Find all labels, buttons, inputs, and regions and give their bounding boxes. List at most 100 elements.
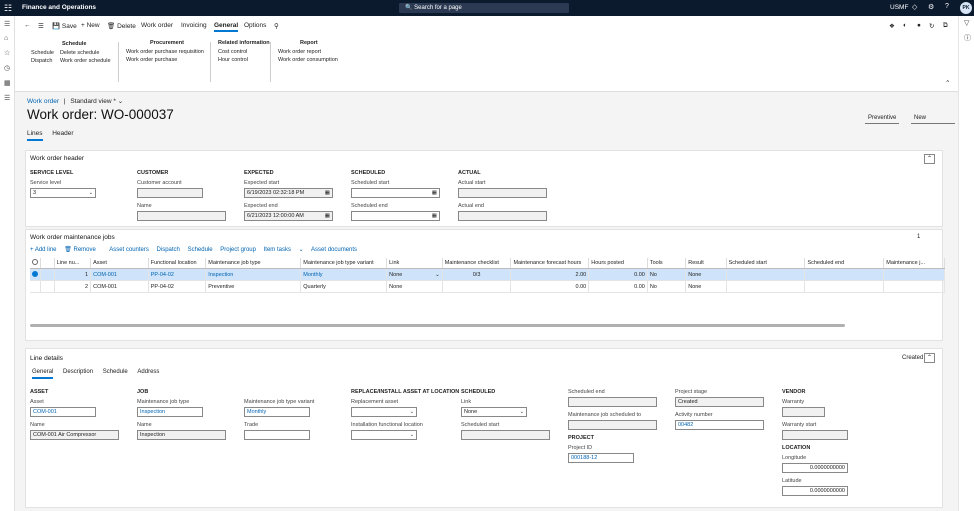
collapse-actionbar-icon[interactable]: ⌃ xyxy=(945,79,950,87)
select-all-checkbox[interactable] xyxy=(30,258,41,269)
work-order-purchase-button[interactable]: Work order purchase xyxy=(126,57,204,65)
tab-lines[interactable]: Lines xyxy=(27,130,43,141)
collapse-icon[interactable]: ⌃ xyxy=(924,353,935,363)
new-record-button[interactable]: New xyxy=(911,114,955,124)
grid-cell[interactable]: PP-04-02 xyxy=(148,280,207,293)
table-row[interactable]: 1 COM-001 PP-04-02 Inspection Monthly No… xyxy=(30,268,945,281)
tab-work-order[interactable]: Work order xyxy=(141,22,173,29)
asset-field[interactable]: COM-001 xyxy=(30,407,96,417)
grid-cell[interactable]: None xyxy=(685,280,727,293)
job-name-field[interactable]: Inspection xyxy=(137,430,226,440)
list-icon[interactable]: ☰ xyxy=(38,22,44,30)
delete-schedule-button[interactable]: Delete schedule xyxy=(60,50,111,58)
hour-control-button[interactable]: Hour control xyxy=(218,57,270,65)
dispatch-button[interactable]: Dispatch xyxy=(31,58,54,66)
notification-badge-icon[interactable]: ● xyxy=(917,22,921,29)
grid-cell[interactable]: Monthly xyxy=(300,268,388,281)
job-type-field[interactable]: Inspection xyxy=(137,407,203,417)
variant-field[interactable]: Monthly xyxy=(244,407,310,417)
favorites-icon[interactable]: ☆ xyxy=(4,49,10,57)
calendar-icon[interactable]: ▦ xyxy=(432,189,437,197)
calendar-icon[interactable]: ▦ xyxy=(325,189,330,197)
tab-general[interactable]: General xyxy=(214,22,239,32)
column-header[interactable]: Maintenance job type xyxy=(205,258,302,269)
grid-cell[interactable]: 2 xyxy=(54,280,92,293)
grid-cell[interactable] xyxy=(883,268,945,281)
scheduled-end-field[interactable]: ▦ xyxy=(351,211,440,221)
back-icon[interactable]: ← xyxy=(24,22,31,29)
save-button[interactable]: 💾 Save xyxy=(52,22,77,30)
column-header[interactable]: Hours posted xyxy=(588,258,648,269)
column-header[interactable]: Result xyxy=(685,258,727,269)
help-icon[interactable]: ? xyxy=(945,3,949,10)
asset-documents-button[interactable]: Asset documents xyxy=(311,247,357,253)
actual-end-field[interactable] xyxy=(458,211,547,221)
row-selector[interactable] xyxy=(30,280,41,293)
schedule-button[interactable]: Schedule xyxy=(31,50,54,58)
tab-address[interactable]: Address xyxy=(137,369,159,377)
work-order-schedule-button[interactable]: Work order schedule xyxy=(60,58,111,66)
column-header[interactable]: Asset xyxy=(90,258,149,269)
office-icon[interactable]: ◐ xyxy=(903,22,907,29)
row-selector[interactable] xyxy=(30,268,41,281)
column-header[interactable]: Maintenance forecast hours xyxy=(510,258,590,269)
project-stage-field[interactable]: Created xyxy=(675,397,764,407)
trade-field[interactable] xyxy=(244,430,310,440)
column-header[interactable]: Tools xyxy=(647,258,687,269)
work-order-report-button[interactable]: Work order report xyxy=(278,49,338,57)
scheduled-start-field[interactable]: ▦ xyxy=(351,188,440,198)
warranty-field[interactable] xyxy=(782,407,825,417)
activity-number-field[interactable]: 00482 xyxy=(675,420,764,430)
tab-description[interactable]: Description xyxy=(63,369,93,377)
grid-cell[interactable]: Inspection xyxy=(205,268,302,281)
customer-account-field[interactable] xyxy=(137,188,203,198)
grid-cell[interactable]: 0.00 xyxy=(588,268,648,281)
grid-cell[interactable]: No xyxy=(647,268,687,281)
column-header[interactable]: Maintenance job type variant xyxy=(300,258,388,269)
breadcrumb-work-order[interactable]: Work order xyxy=(27,98,59,105)
grid-cell[interactable]: No xyxy=(647,280,687,293)
avatar[interactable]: PK xyxy=(960,2,972,14)
column-header[interactable]: Scheduled start xyxy=(726,258,806,269)
preventive-button[interactable]: Preventive xyxy=(865,114,900,124)
link-select[interactable]: None ⌄ xyxy=(461,407,527,417)
warranty-start-field[interactable] xyxy=(782,430,848,440)
column-header[interactable]: Maintenance j... xyxy=(883,258,945,269)
view-selector[interactable]: Standard view * ⌄ xyxy=(70,98,123,105)
search-box[interactable]: 🔍 Search for a page xyxy=(399,3,569,13)
recent-icon[interactable]: ◷ xyxy=(4,64,10,72)
horizontal-scrollbar[interactable] xyxy=(30,324,845,327)
hamburger-icon[interactable]: ☰ xyxy=(4,20,10,28)
tab-invoicing[interactable]: Invoicing xyxy=(181,22,207,29)
chat-icon[interactable]: ◇ xyxy=(912,3,917,11)
tab-options[interactable]: Options xyxy=(244,22,266,29)
remove-button[interactable]: 🗑 Remove xyxy=(64,247,102,253)
grid-cell[interactable]: COM-001 xyxy=(90,280,149,293)
grid-cell[interactable]: 0/3 xyxy=(442,268,512,281)
filter-icon[interactable]: ▽ xyxy=(964,19,969,27)
tab-header[interactable]: Header xyxy=(52,130,73,139)
workspaces-icon[interactable]: ▦ xyxy=(4,79,11,87)
grid-cell[interactable]: None xyxy=(685,268,727,281)
dispatch-grid-button[interactable]: Dispatch xyxy=(157,247,180,253)
add-line-button[interactable]: + Add line xyxy=(30,247,57,253)
grid-cell[interactable] xyxy=(804,268,885,281)
grid-cell[interactable]: Preventive xyxy=(205,280,302,293)
actual-start-field[interactable] xyxy=(458,188,547,198)
grid-cell[interactable]: 0.00 xyxy=(588,280,648,293)
purchase-requisition-button[interactable]: Work order purchase requisition xyxy=(126,49,204,57)
column-header[interactable]: Scheduled end xyxy=(804,258,885,269)
work-order-consumption-button[interactable]: Work order consumption xyxy=(278,57,338,65)
gear-icon[interactable]: ⚙ xyxy=(928,3,934,11)
project-id-field[interactable]: 000188-12 xyxy=(568,453,634,463)
replacement-asset-select[interactable]: ⌄ xyxy=(351,407,417,417)
link-select-cell[interactable]: None ⌄ xyxy=(386,268,443,281)
longitude-field[interactable]: 0.0000000000 xyxy=(782,463,848,473)
app-launcher-icon[interactable]: ☷ xyxy=(4,3,12,13)
grid-cell[interactable]: COM-001 xyxy=(90,268,149,281)
grid-cell[interactable]: PP-04-02 xyxy=(148,268,207,281)
grid-cell[interactable]: 1 xyxy=(54,268,92,281)
grid-cell[interactable] xyxy=(804,280,885,293)
column-header[interactable]: Maintenance checklist xyxy=(442,258,512,269)
modules-icon[interactable]: ☰ xyxy=(4,94,10,102)
